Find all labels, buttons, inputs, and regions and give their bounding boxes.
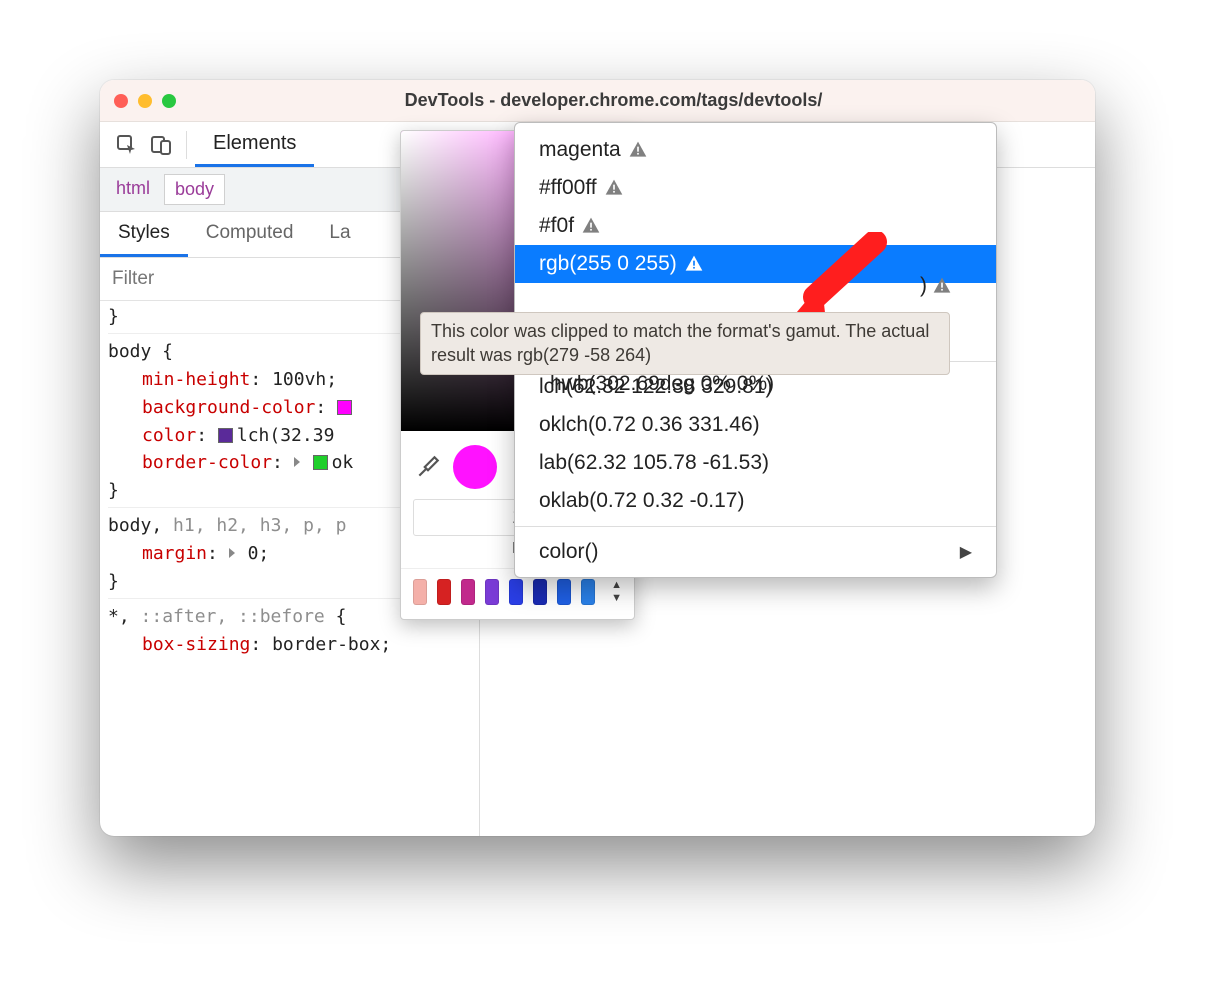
swatch-border[interactable] xyxy=(313,455,328,470)
breadcrumb-html[interactable]: html xyxy=(106,174,160,205)
palette-swatch[interactable] xyxy=(509,579,523,605)
palette-swatch[interactable] xyxy=(581,579,595,605)
expand-icon[interactable] xyxy=(294,457,300,467)
warning-icon xyxy=(603,178,625,198)
subtab-computed[interactable]: Computed xyxy=(188,212,312,257)
swatch-bgcolor[interactable] xyxy=(337,400,352,415)
gamut-tooltip: This color was clipped to match the form… xyxy=(420,312,950,375)
swatch-color[interactable] xyxy=(218,428,233,443)
dropdown-separator xyxy=(515,526,996,527)
val-color[interactable]: lch(32.39 xyxy=(237,425,335,446)
tab-elements[interactable]: Elements xyxy=(195,122,314,167)
subtab-layout[interactable]: La xyxy=(311,212,368,257)
expand-margin-icon[interactable] xyxy=(229,548,235,558)
breadcrumb-body[interactable]: body xyxy=(164,174,225,205)
selector-multi-dimmed[interactable]: h1, h2, h3, p, p xyxy=(173,515,346,536)
val-margin[interactable]: 0; xyxy=(248,543,270,564)
palette-swatch[interactable] xyxy=(437,579,451,605)
warning-icon xyxy=(580,216,602,236)
chevron-right-icon: ▶ xyxy=(960,542,972,562)
close-icon[interactable] xyxy=(114,94,128,108)
eyedropper-icon[interactable] xyxy=(415,454,441,480)
current-color-swatch[interactable] xyxy=(453,445,497,489)
titlebar: DevTools - developer.chrome.com/tags/dev… xyxy=(100,80,1095,122)
hsl-fragment[interactable]: ) xyxy=(920,274,953,298)
selector-star-dimmed[interactable]: ::after, ::before xyxy=(141,606,325,627)
format-oklch[interactable]: oklch(0.72 0.36 331.46) xyxy=(515,406,996,444)
format-lab[interactable]: lab(62.32 105.78 -61.53) xyxy=(515,444,996,482)
zoom-icon[interactable] xyxy=(162,94,176,108)
device-toggle-icon[interactable] xyxy=(144,128,178,162)
hwb-item[interactable]: hwb(302.69deg 0% 0%) xyxy=(550,372,774,396)
palette-swatch[interactable] xyxy=(557,579,571,605)
format-hex-short[interactable]: #f0f xyxy=(515,207,996,245)
inspect-icon[interactable] xyxy=(110,128,144,162)
val-min-height[interactable]: 100vh; xyxy=(272,369,337,390)
prop-bgcolor[interactable]: background-color xyxy=(142,397,315,418)
window-title: DevTools - developer.chrome.com/tags/dev… xyxy=(186,90,1081,111)
prop-border-color[interactable]: border-color xyxy=(142,452,272,473)
selector-multi-body[interactable]: body, xyxy=(108,515,173,536)
format-hex[interactable]: #ff00ff xyxy=(515,169,996,207)
prop-box-sizing[interactable]: box-sizing xyxy=(142,634,250,655)
warning-icon xyxy=(931,276,953,296)
prop-margin[interactable]: margin xyxy=(142,543,207,564)
prop-min-height[interactable]: min-height xyxy=(142,369,250,390)
palette-swatch[interactable] xyxy=(461,579,475,605)
palette-stepper[interactable]: ▲▼ xyxy=(611,580,622,604)
val-box-sizing[interactable]: border-box; xyxy=(272,634,391,655)
format-color-fn[interactable]: color() ▶ xyxy=(515,533,996,571)
divider xyxy=(186,131,187,159)
warning-icon xyxy=(683,254,705,274)
prop-color[interactable]: color xyxy=(142,425,196,446)
format-magenta[interactable]: magenta xyxy=(515,131,996,169)
palette-swatch[interactable] xyxy=(413,579,427,605)
traffic-lights xyxy=(114,94,176,108)
selector-star[interactable]: *, xyxy=(108,606,141,627)
val-border[interactable]: ok xyxy=(332,452,354,473)
format-oklab[interactable]: oklab(0.72 0.32 -0.17) xyxy=(515,482,996,520)
subtab-styles[interactable]: Styles xyxy=(100,212,188,257)
warning-icon xyxy=(627,140,649,160)
palette-swatch[interactable] xyxy=(533,579,547,605)
palette-swatch[interactable] xyxy=(485,579,499,605)
minimize-icon[interactable] xyxy=(138,94,152,108)
